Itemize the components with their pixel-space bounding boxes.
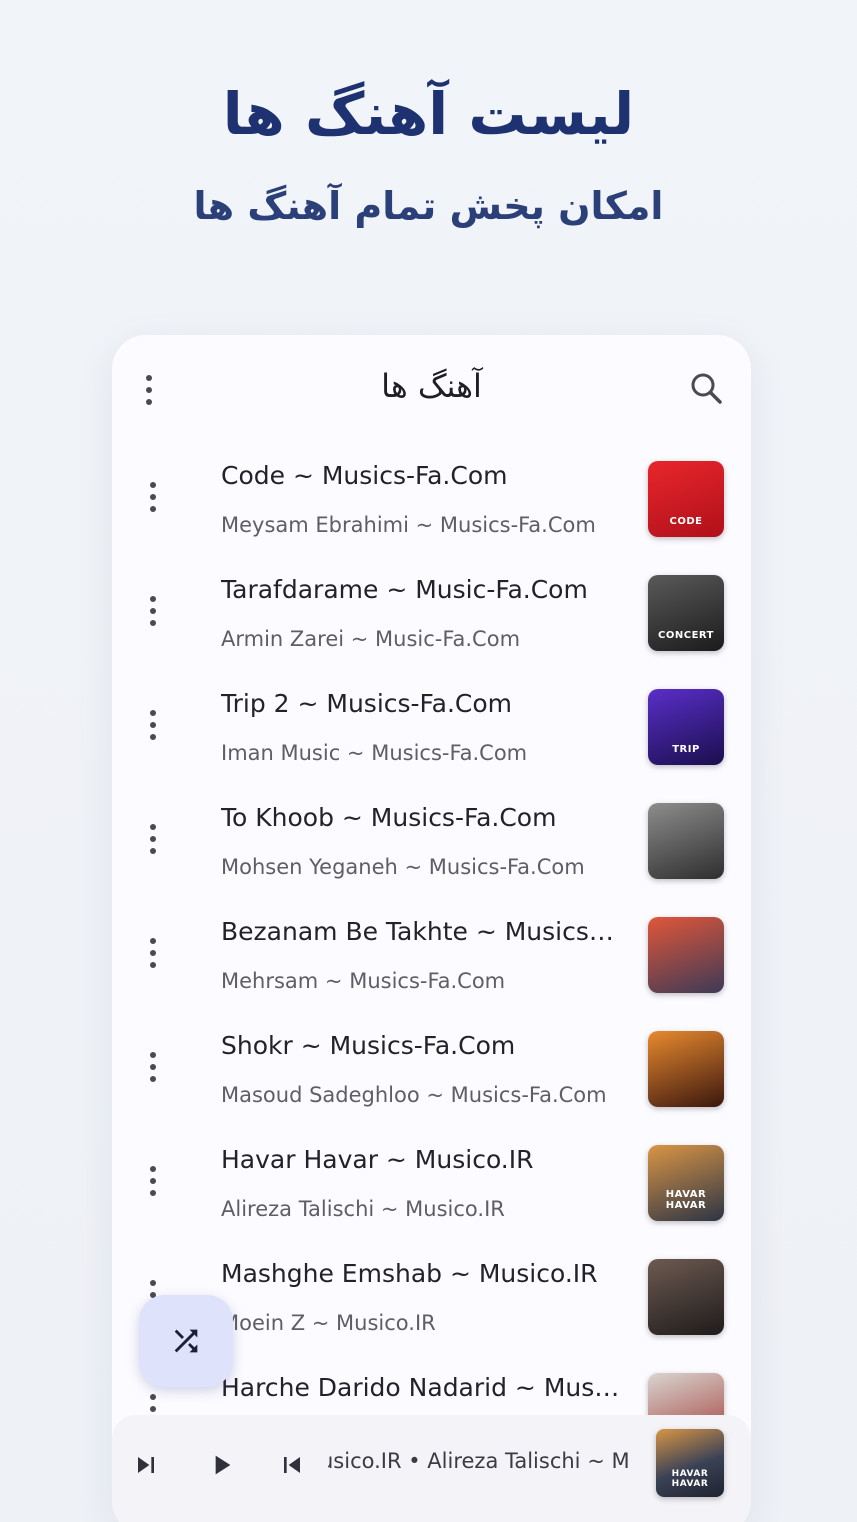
now-playing-text[interactable]: usico.IR • Alireza Talischi ~ Musico.IR	[328, 1449, 628, 1479]
song-title: Bezanam Be Takhte ~ Musics-Fa.Com	[221, 917, 621, 946]
play-icon[interactable]	[201, 1445, 241, 1485]
song-title: Shokr ~ Musics-Fa.Com	[221, 1031, 516, 1060]
shuffle-icon	[174, 1329, 198, 1353]
song-row[interactable]: Code ~ Musics-Fa.Com Meysam Ebrahimi ~ Mu…	[112, 443, 751, 557]
song-row[interactable]: Shokr ~ Musics-Fa.Com Masoud Sadeghloo ~ …	[112, 1013, 751, 1127]
promo-subtitle: امکان پخش تمام آهنگ ها	[193, 184, 664, 228]
more-vert-icon[interactable]	[138, 469, 168, 525]
shuffle-button[interactable]	[139, 1295, 233, 1387]
album-art	[648, 1259, 724, 1335]
album-art: CONCERT	[648, 575, 724, 651]
album-art: HAVAR HAVAR	[648, 1145, 724, 1221]
more-vert-icon[interactable]	[138, 697, 168, 753]
search-icon[interactable]	[685, 367, 729, 411]
song-row[interactable]: Tarafdarame ~ Music-Fa.Com Armin Zarei ~ …	[112, 557, 751, 671]
song-artist: Moein Z ~ Musico.IR	[221, 1311, 436, 1335]
album-art: CODE	[648, 461, 724, 537]
song-artist: Mohsen Yeganeh ~ Musics-Fa.Com	[221, 855, 585, 879]
song-title: Havar Havar ~ Musico.IR	[221, 1145, 534, 1174]
mini-player[interactable]: usico.IR • Alireza Talischi ~ Musico.IR …	[112, 1415, 751, 1522]
song-title: Harche Darido Nadarid ~ Musico.IR	[221, 1373, 621, 1402]
album-art	[648, 1031, 724, 1107]
album-art: TRIP	[648, 689, 724, 765]
more-vert-icon[interactable]	[138, 583, 168, 639]
song-artist: Alireza Talischi ~ Musico.IR	[221, 1197, 505, 1221]
skip-next-icon[interactable]	[126, 1445, 166, 1485]
song-artist: Iman Music ~ Musics-Fa.Com	[221, 741, 528, 765]
promo-title: لیست آهنگ ها	[222, 80, 635, 148]
song-artist: Mehrsam ~ Musics-Fa.Com	[221, 969, 506, 993]
skip-previous-icon[interactable]	[272, 1445, 312, 1485]
now-playing-artwork: HAVAR HAVAR	[656, 1429, 724, 1497]
more-vert-icon[interactable]	[138, 925, 168, 981]
song-title: Mashghe Emshab ~ Musico.IR	[221, 1259, 598, 1288]
song-title: Code ~ Musics-Fa.Com	[221, 461, 508, 490]
album-art-label: CODE	[669, 516, 703, 527]
more-vert-icon[interactable]	[138, 1153, 168, 1209]
song-row[interactable]: To Khoob ~ Musics-Fa.Com Mohsen Yeganeh ~…	[112, 785, 751, 899]
song-title: Tarafdarame ~ Music-Fa.Com	[221, 575, 588, 604]
album-art-label: HAVAR HAVAR	[665, 1189, 707, 1211]
more-vert-icon[interactable]	[138, 811, 168, 867]
album-art-label: CONCERT	[658, 630, 714, 641]
app-bar: آهنگ ها	[112, 335, 751, 445]
song-artist: Masoud Sadeghloo ~ Musics-Fa.Com	[221, 1083, 607, 1107]
song-row[interactable]: Trip 2 ~ Musics-Fa.Com Iman Music ~ Music…	[112, 671, 751, 785]
song-row[interactable]: Havar Havar ~ Musico.IR Alireza Talischi …	[112, 1127, 751, 1241]
album-art	[648, 803, 724, 879]
album-art	[648, 917, 724, 993]
more-vert-icon[interactable]	[138, 1039, 168, 1095]
song-row[interactable]: Bezanam Be Takhte ~ Musics-Fa.Com Mehrsam…	[112, 899, 751, 1013]
page-title: آهنگ ها	[381, 367, 482, 405]
album-art-label: TRIP	[672, 744, 700, 755]
app-screen: آهنگ ها Code ~ Musics-Fa.Com Meysam Ebrah…	[112, 335, 751, 1522]
song-artist: Armin Zarei ~ Music-Fa.Com	[221, 627, 521, 651]
song-title: Trip 2 ~ Musics-Fa.Com	[221, 689, 513, 718]
song-title: To Khoob ~ Musics-Fa.Com	[221, 803, 557, 832]
song-artist: Meysam Ebrahimi ~ Musics-Fa.Com	[221, 513, 596, 537]
